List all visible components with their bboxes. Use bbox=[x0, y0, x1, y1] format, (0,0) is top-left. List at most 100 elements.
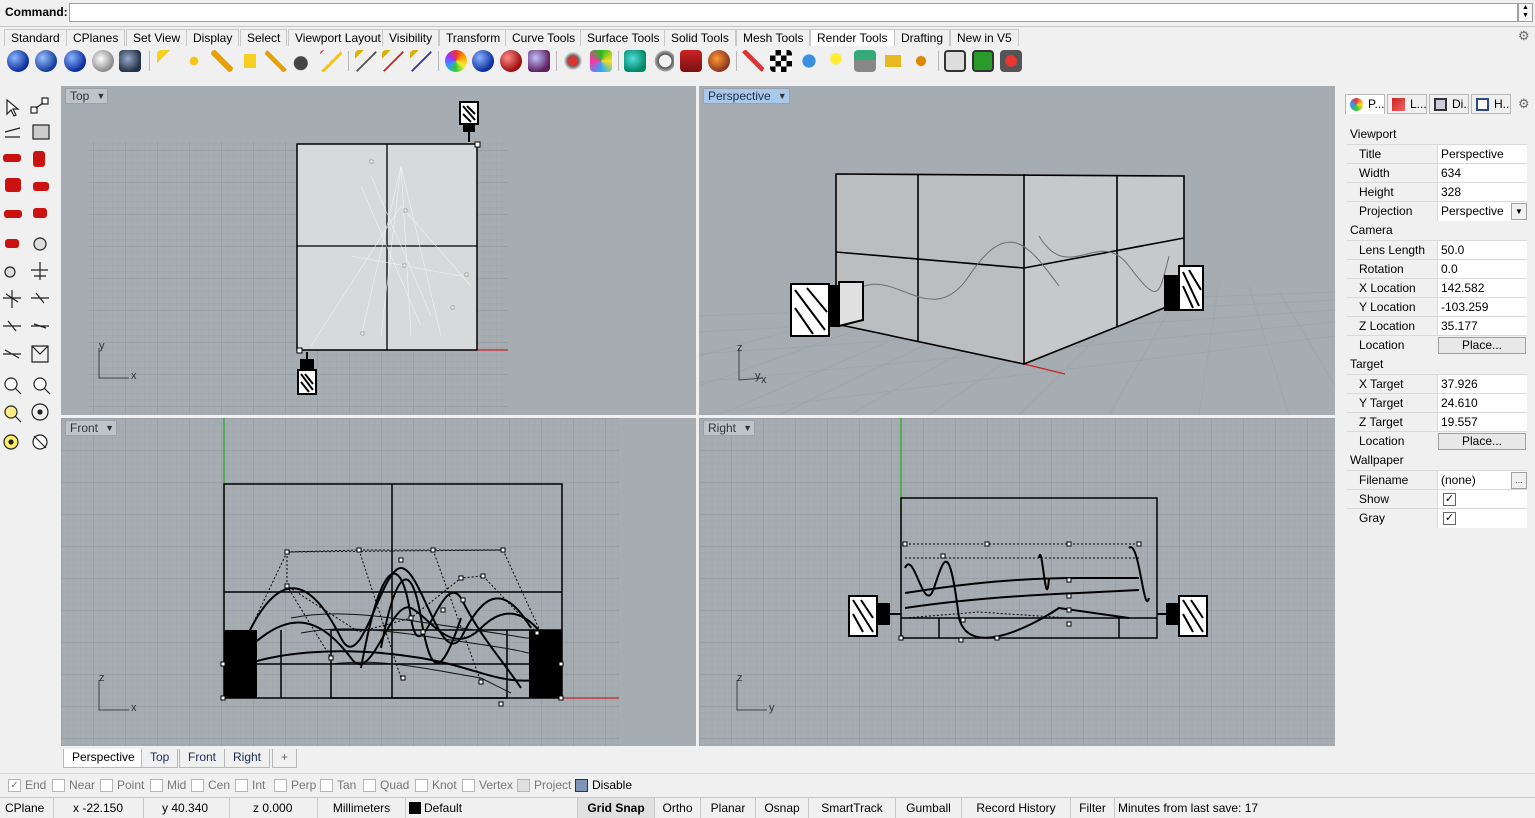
texture-mapping-icon[interactable] bbox=[562, 50, 584, 72]
viewport-title-right[interactable]: Right ▼ bbox=[703, 420, 756, 436]
panel-tab-layers[interactable]: L... bbox=[1387, 94, 1427, 114]
x-target-field[interactable]: 37.926 bbox=[1437, 375, 1527, 394]
tab-standard[interactable]: Standard bbox=[4, 29, 67, 46]
tab-curve-tools[interactable]: Curve Tools bbox=[505, 29, 583, 46]
drop-icon[interactable] bbox=[798, 50, 820, 72]
viewport-right[interactable]: z y Right ▼ bbox=[699, 418, 1335, 746]
add-viewport-tab-icon[interactable]: + bbox=[272, 749, 297, 768]
render-icon[interactable] bbox=[7, 50, 29, 72]
tab-new-in-v5[interactable]: New in V5 bbox=[950, 29, 1019, 46]
match-material-icon[interactable] bbox=[500, 50, 522, 72]
viewport-top[interactable]: y x Top ▼ bbox=[61, 86, 696, 415]
spotlight-icon[interactable] bbox=[157, 50, 179, 72]
x-location-field[interactable]: 142.582 bbox=[1437, 279, 1527, 298]
tab-viewport-layout[interactable]: Viewport Layout bbox=[288, 29, 388, 46]
osnap-disable[interactable]: Disable bbox=[575, 778, 632, 793]
rectangular-light-icon[interactable] bbox=[239, 50, 261, 72]
viewport-title-perspective[interactable]: Perspective ▼ bbox=[703, 88, 790, 104]
viewport-tab-right[interactable]: Right bbox=[224, 749, 271, 768]
sun-icon[interactable] bbox=[320, 50, 342, 72]
show-wallpaper-checkbox[interactable]: ✓ bbox=[1443, 493, 1456, 506]
filter-toggle[interactable]: Filter bbox=[1071, 798, 1115, 818]
width-field[interactable]: 634 bbox=[1437, 164, 1527, 183]
y-target-field[interactable]: 24.610 bbox=[1437, 394, 1527, 413]
wallpaper-filename-field[interactable]: (none)... bbox=[1437, 471, 1527, 490]
osnap-toggle[interactable]: Osnap bbox=[756, 798, 809, 818]
viewport-tab-top[interactable]: Top bbox=[141, 749, 179, 768]
status-cplane[interactable]: CPlane bbox=[0, 798, 54, 818]
tab-set-view[interactable]: Set View bbox=[126, 29, 188, 46]
tab-surface-tools[interactable]: Surface Tools bbox=[580, 29, 667, 46]
osnap-point[interactable]: Point bbox=[100, 778, 144, 793]
osnap-mid[interactable]: Mid bbox=[150, 778, 186, 793]
osnap-int[interactable]: Int bbox=[235, 778, 265, 793]
osnap-near[interactable]: Near bbox=[52, 778, 95, 793]
viewport-tab-front[interactable]: Front bbox=[179, 749, 226, 768]
projection-select[interactable]: Perspective ▼ bbox=[1437, 202, 1527, 221]
assign-material-icon[interactable] bbox=[472, 50, 494, 72]
smarttrack-toggle[interactable]: SmartTrack bbox=[809, 798, 896, 818]
tab-solid-tools[interactable]: Solid Tools bbox=[664, 29, 736, 46]
osnap-end[interactable]: ✓ End bbox=[8, 778, 46, 793]
osnap-knot[interactable]: Knot bbox=[415, 778, 457, 793]
record-animation-icon[interactable] bbox=[1000, 50, 1022, 72]
target-place-button[interactable]: Place... bbox=[1438, 433, 1526, 450]
turntable-icon[interactable] bbox=[742, 50, 764, 72]
render-window-icon[interactable] bbox=[35, 50, 57, 72]
ortho-toggle[interactable]: Ortho bbox=[655, 798, 701, 818]
panel-options-gear-icon[interactable]: ⚙ bbox=[1518, 96, 1530, 112]
y-location-field[interactable]: -103.259 bbox=[1437, 298, 1527, 317]
osnap-quad[interactable]: Quad bbox=[363, 778, 409, 793]
bulb-icon[interactable] bbox=[826, 50, 848, 72]
status-layer[interactable]: Default bbox=[406, 798, 578, 818]
tab-drafting[interactable]: Drafting bbox=[894, 29, 951, 46]
tab-mesh-tools[interactable]: Mesh Tools bbox=[736, 29, 811, 46]
checker-texture-icon[interactable] bbox=[770, 50, 792, 72]
status-units[interactable]: Millimeters bbox=[318, 798, 406, 818]
grid-snap-toggle[interactable]: Grid Snap bbox=[578, 798, 655, 818]
light-on-icon[interactable] bbox=[355, 50, 377, 72]
material-library-icon[interactable] bbox=[528, 50, 550, 72]
render-settings-icon[interactable] bbox=[119, 50, 141, 72]
command-input[interactable] bbox=[69, 3, 1518, 22]
browse-button[interactable]: ... bbox=[1511, 472, 1527, 489]
material-editor-icon[interactable] bbox=[445, 50, 467, 72]
play-animation-icon[interactable] bbox=[972, 50, 994, 72]
lens-length-field[interactable]: 50.0 bbox=[1437, 241, 1527, 260]
gear-settings-icon[interactable] bbox=[910, 50, 932, 72]
osnap-project[interactable]: Project bbox=[517, 778, 571, 793]
chevron-down-icon[interactable]: ▼ bbox=[1511, 203, 1527, 220]
tab-render-tools[interactable]: Render Tools bbox=[810, 29, 895, 46]
panel-tab-display[interactable]: Di... bbox=[1429, 94, 1469, 114]
environment-icon[interactable] bbox=[92, 50, 114, 72]
osnap-tan[interactable]: Tan bbox=[320, 778, 356, 793]
decal-icon[interactable] bbox=[624, 50, 646, 72]
ground-plane-icon[interactable] bbox=[652, 50, 674, 72]
panel-tab-help[interactable]: H... bbox=[1471, 94, 1511, 114]
viewport-title-front[interactable]: Front ▼ bbox=[65, 420, 118, 436]
tab-display[interactable]: Display bbox=[186, 29, 240, 46]
box-mapping-icon[interactable] bbox=[590, 50, 612, 72]
viewport-capture-icon[interactable] bbox=[944, 50, 966, 72]
z-target-field[interactable]: 19.557 bbox=[1437, 413, 1527, 432]
folder-icon[interactable] bbox=[882, 50, 904, 72]
tab-cplanes[interactable]: CPlanes bbox=[66, 29, 126, 46]
record-history-toggle[interactable]: Record History bbox=[962, 798, 1071, 818]
viewport-front[interactable]: z x Front ▼ bbox=[61, 418, 696, 746]
osnap-vertex[interactable]: Vertex bbox=[462, 778, 513, 793]
rotation-field[interactable]: 0.0 bbox=[1437, 260, 1527, 279]
light-manager-icon[interactable] bbox=[292, 50, 314, 72]
toolbar-options-gear-icon[interactable]: ⚙ bbox=[1518, 28, 1534, 44]
camera-place-button[interactable]: Place... bbox=[1438, 337, 1526, 354]
viewport-title-top[interactable]: Top ▼ bbox=[65, 88, 109, 104]
linear-light-icon[interactable] bbox=[265, 50, 287, 72]
environment-editor-icon[interactable] bbox=[680, 50, 702, 72]
command-history-scroll[interactable]: ▲ ▼ bbox=[1518, 3, 1533, 22]
planar-toggle[interactable]: Planar bbox=[701, 798, 756, 818]
light-properties-icon[interactable] bbox=[410, 50, 432, 72]
gray-wallpaper-checkbox[interactable]: ✓ bbox=[1443, 512, 1456, 525]
viewport-perspective[interactable]: z y x Perspective ▼ bbox=[699, 86, 1335, 415]
texture-palette-icon[interactable] bbox=[708, 50, 730, 72]
viewport-tab-perspective[interactable]: Perspective bbox=[63, 749, 144, 768]
render-region-icon[interactable] bbox=[64, 50, 86, 72]
